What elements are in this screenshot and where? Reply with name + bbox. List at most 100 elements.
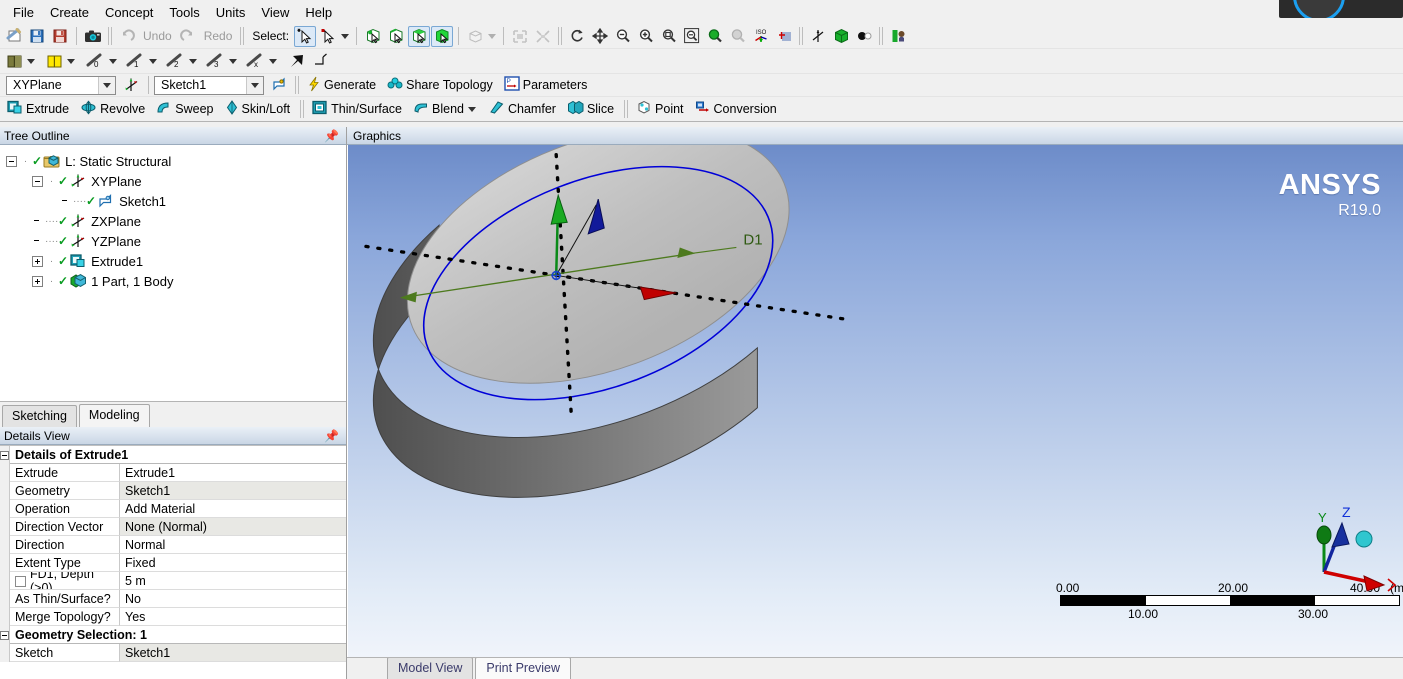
box-zoom-icon[interactable]	[658, 26, 680, 47]
table-row[interactable]: Sketch Sketch1	[0, 644, 346, 662]
magnifier-green-icon[interactable]	[704, 26, 726, 47]
tab-sketching[interactable]: Sketching	[2, 405, 77, 427]
plane-select[interactable]: XYPlane	[6, 75, 116, 95]
tab-print-preview[interactable]: Print Preview	[475, 658, 572, 679]
zoom-in-icon[interactable]	[635, 26, 657, 47]
table-row[interactable]: Geometry Sketch1	[0, 482, 346, 500]
select-face-icon[interactable]	[408, 25, 431, 47]
menu-item-units[interactable]: Units	[209, 2, 253, 23]
details-value[interactable]: Normal	[120, 536, 346, 554]
chevron-down-icon[interactable]	[189, 58, 197, 64]
revolve-button[interactable]: Revolve	[76, 99, 151, 120]
plane-select-arrow[interactable]	[98, 76, 115, 94]
table-row[interactable]: Operation Add Material	[0, 500, 346, 518]
new-plane-icon[interactable]	[121, 75, 143, 96]
select-edge-icon[interactable]	[385, 26, 407, 47]
tree-item-part-body[interactable]: · ✓ 1 Part, 1 Body	[4, 271, 346, 291]
expander-plus-icon[interactable]	[32, 255, 43, 267]
details-value[interactable]: Fixed	[120, 554, 346, 572]
background-app-window[interactable]	[1279, 0, 1403, 18]
table-row[interactable]: As Thin/Surface? No	[0, 590, 346, 608]
menu-item-view[interactable]: View	[254, 2, 296, 23]
chevron-down-icon[interactable]	[109, 58, 117, 64]
section-expander[interactable]	[0, 626, 10, 644]
graphics-viewport[interactable]: ANSYS R19.0 D1 0.00 20.00 40.00 (m 10.00…	[347, 145, 1403, 657]
expander-plus-icon[interactable]	[32, 275, 43, 287]
details-table[interactable]: Details of Extrude1 Extrude Extrude1 Geo…	[0, 445, 346, 679]
thin-surface-button[interactable]: Thin/Surface	[308, 99, 408, 120]
new-icon[interactable]	[3, 26, 25, 47]
sketch-projection-icon[interactable]	[309, 51, 331, 72]
chevron-down-icon[interactable]	[149, 58, 157, 64]
pin-sketch-icon[interactable]	[286, 51, 308, 72]
tree-outline[interactable]: · ✓ L: Static Structural · ✓ XYPlane ···…	[0, 145, 346, 401]
section-plane-icon[interactable]	[887, 26, 909, 47]
sketch0-icon[interactable]: 0	[85, 51, 107, 72]
tab-model-view[interactable]: Model View	[387, 658, 474, 679]
skin-loft-button[interactable]: Skin/Loft	[221, 99, 297, 120]
camera-icon[interactable]	[82, 26, 104, 47]
menu-item-file[interactable]: File	[6, 2, 41, 23]
tree-item-yzplane[interactable]: ···· ✓ YZPlane	[4, 231, 346, 251]
tree-item-zxplane[interactable]: ···· ✓ ZXPlane	[4, 211, 346, 231]
pan-icon[interactable]	[589, 26, 611, 47]
chevron-down-icon[interactable]	[269, 58, 277, 64]
tree-item-static-structural[interactable]: · ✓ L: Static Structural	[4, 151, 346, 171]
slice-button[interactable]: Slice	[563, 99, 620, 120]
blend-button[interactable]: Blend	[409, 99, 484, 120]
sketch-select[interactable]: Sketch1	[154, 75, 264, 95]
chamfer-button[interactable]: Chamfer	[485, 99, 562, 120]
extrude-button[interactable]: Extrude	[3, 99, 75, 120]
look-at-icon[interactable]	[773, 26, 795, 47]
pin-icon[interactable]: 📌	[324, 129, 342, 143]
point-button[interactable]: Point	[632, 99, 690, 120]
single-select-icon[interactable]	[294, 25, 317, 47]
orientation-triad[interactable]: Y Z	[1302, 499, 1397, 609]
details-value[interactable]: None (Normal)	[120, 518, 346, 536]
details-value[interactable]: Sketch1	[120, 482, 346, 500]
new-sketch-icon[interactable]	[269, 75, 291, 96]
plane-olive-icon[interactable]	[3, 51, 25, 72]
select-vertex-icon[interactable]	[362, 26, 384, 47]
point-display-icon[interactable]	[853, 26, 875, 47]
menu-item-create[interactable]: Create	[43, 2, 96, 23]
menu-item-concept[interactable]: Concept	[98, 2, 160, 23]
sketchx-icon[interactable]: x	[245, 51, 267, 72]
sketch1-icon[interactable]: 1	[125, 51, 147, 72]
details-value[interactable]: No	[120, 590, 346, 608]
menu-item-tools[interactable]: Tools	[162, 2, 206, 23]
chevron-down-icon[interactable]	[229, 58, 237, 64]
generate-button[interactable]: Generate	[303, 75, 382, 96]
chevron-down-icon[interactable]	[341, 33, 350, 39]
zoom-to-fit-icon[interactable]	[681, 26, 703, 47]
share-topology-button[interactable]: Share Topology	[383, 75, 499, 96]
iso-view-icon[interactable]: ISO	[750, 26, 772, 47]
table-row[interactable]: Direction Vector None (Normal)	[0, 518, 346, 536]
table-row[interactable]: FD1, Depth (>0) 5 m	[0, 572, 346, 590]
sketch3-icon[interactable]: 3	[205, 51, 227, 72]
plane-yellow-icon[interactable]	[43, 51, 65, 72]
box-select-icon[interactable]	[317, 26, 339, 47]
details-value[interactable]: Extrude1	[120, 464, 346, 482]
menu-item-help[interactable]: Help	[298, 2, 339, 23]
pin-icon[interactable]: 📌	[324, 429, 342, 443]
details-value[interactable]: Add Material	[120, 500, 346, 518]
zoom-icon[interactable]	[612, 26, 634, 47]
tree-item-xyplane[interactable]: · ✓ XYPlane	[4, 171, 346, 191]
chevron-down-icon[interactable]	[27, 58, 35, 64]
section-expander[interactable]	[0, 446, 10, 464]
tree-item-extrude1[interactable]: · ✓ Extrude1	[4, 251, 346, 271]
table-row[interactable]: Merge Topology? Yes	[0, 608, 346, 626]
expander-minus-icon[interactable]	[6, 155, 17, 167]
chevron-down-icon[interactable]	[67, 58, 75, 64]
table-row[interactable]: Extrude Extrude1	[0, 464, 346, 482]
conversion-button[interactable]: Conversion	[691, 99, 783, 120]
tree-item-sketch1[interactable]: ···· ✓ Sketch1	[4, 191, 346, 211]
rotate-icon[interactable]	[566, 26, 588, 47]
plane-display-icon[interactable]	[807, 26, 829, 47]
save-icon[interactable]	[26, 26, 48, 47]
chevron-down-icon[interactable]	[468, 106, 476, 112]
expander-minus-icon[interactable]	[32, 175, 43, 187]
table-row[interactable]: Extent Type Fixed	[0, 554, 346, 572]
table-row[interactable]: Direction Normal	[0, 536, 346, 554]
